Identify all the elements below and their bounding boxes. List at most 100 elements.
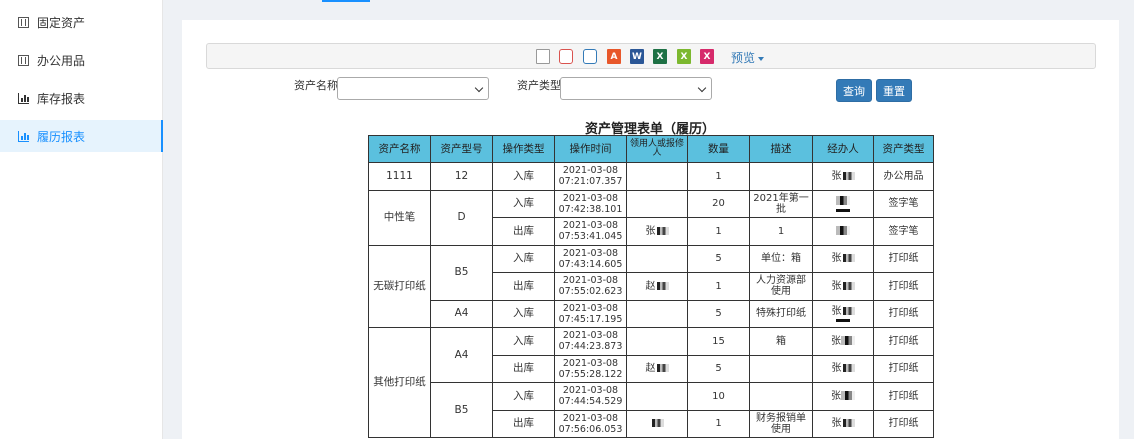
sidebar: 固定资产 办公用品 库存报表 履历报表	[0, 0, 163, 439]
asset-type-cell: 打印纸	[873, 354, 934, 383]
handler-cell: 张	[812, 299, 874, 328]
column-header: 领用人或报修人	[626, 135, 688, 163]
word-icon[interactable]: W	[630, 49, 644, 64]
handler-name: 张	[831, 418, 842, 430]
time-cell: 2021-03-08 07:55:02.623	[554, 272, 627, 301]
recipient-cell	[626, 409, 688, 438]
redacted-mark	[651, 419, 664, 428]
asset-model-cell: A4	[430, 327, 493, 383]
asset-type-cell: 打印纸	[873, 299, 934, 328]
query-button[interactable]: 查询	[836, 79, 872, 102]
recipient-name: 赵	[645, 363, 656, 375]
table-row: 中性笔 D 入库 2021-03-08 07:42:38.101 20 2021…	[368, 189, 934, 246]
operation-cell: 入库	[492, 327, 555, 356]
description-cell: 箱	[749, 327, 813, 356]
asset-name-cell: 其他打印纸	[368, 327, 431, 438]
sidebar-item-fixed-assets[interactable]: 固定资产	[0, 6, 163, 38]
quantity-cell: 1	[687, 217, 750, 246]
print-icon[interactable]	[583, 49, 597, 64]
table-row: 其他打印纸 A4 入库 2021-03-08 07:44:23.873 15 箱…	[368, 327, 934, 438]
redacted-mark	[841, 336, 855, 346]
recipient-cell: 张	[626, 217, 688, 246]
print-icon[interactable]	[559, 49, 573, 64]
quantity-cell: 1	[687, 272, 750, 301]
handler-name: 张	[831, 305, 842, 317]
quantity-cell: 1	[687, 162, 750, 191]
handler-name: 张	[831, 253, 842, 265]
recipient-cell	[626, 189, 688, 218]
description-cell: 人力资源部使用	[749, 272, 813, 301]
time-cell: 2021-03-08 07:56:06.053	[554, 409, 627, 438]
recipient-name: 赵	[645, 280, 656, 292]
excel-icon[interactable]: X	[677, 49, 691, 64]
description-cell: 1	[749, 217, 813, 246]
excel-icon[interactable]: X	[653, 49, 667, 64]
sidebar-item-history-report[interactable]: 履历报表	[0, 120, 163, 152]
asset-name-cell: 1111	[368, 162, 431, 191]
sidebar-item-inventory-report[interactable]: 库存报表	[0, 82, 163, 114]
asset-name-select[interactable]	[337, 77, 489, 100]
time-cell: 2021-03-08 07:21:07.357	[554, 162, 627, 191]
quantity-cell: 5	[687, 354, 750, 383]
print-preview-icon[interactable]	[536, 49, 550, 64]
sidebar-item-label: 库存报表	[37, 91, 86, 106]
asset-model-cell: 12	[430, 162, 493, 191]
handler-cell	[812, 189, 874, 218]
table-header-row: 资产名称 资产型号 操作类型 操作时间 领用人或报修人 数量 描述 经办人 资产…	[368, 135, 934, 163]
column-header: 经办人	[812, 135, 874, 163]
asset-type-cell: 打印纸	[873, 272, 934, 301]
operation-cell: 出库	[492, 272, 555, 301]
operation-cell: 出库	[492, 409, 555, 438]
handler-cell: 张	[812, 382, 874, 411]
quantity-cell: 20	[687, 189, 750, 218]
preview-label: 预览	[731, 51, 756, 65]
description-cell: 2021年第一批	[749, 189, 813, 218]
asset-type-label: 资产类型	[517, 79, 561, 92]
redacted-mark	[836, 226, 850, 236]
handler-name: 张	[831, 363, 842, 375]
asset-type-cell: 打印纸	[873, 327, 934, 356]
preview-dropdown[interactable]: 预览	[731, 49, 765, 66]
recipient-cell	[626, 382, 688, 411]
quantity-cell: 5	[687, 244, 750, 273]
quantity-cell: 10	[687, 382, 750, 411]
report-toolbar: A W X X X 预览	[206, 43, 1096, 69]
table-row: 无碳打印纸 B5 入库 2021-03-08 07:43:14.605 5 单位…	[368, 244, 934, 328]
redacted-mark	[656, 281, 669, 290]
sidebar-item-office-supplies[interactable]: 办公用品	[0, 44, 163, 76]
asset-model-cell: B5	[430, 244, 493, 301]
asset-model-cell: D	[430, 189, 493, 246]
operation-cell: 出库	[492, 354, 555, 383]
asset-icon	[18, 16, 29, 28]
asset-type-cell: 打印纸	[873, 409, 934, 438]
handler-name: 张	[831, 335, 841, 347]
redacted-mark	[656, 226, 669, 235]
recipient-cell: 赵	[626, 272, 688, 301]
asset-type-cell: 打印纸	[873, 244, 934, 273]
quantity-cell: 15	[687, 327, 750, 356]
asset-model-cell: B5	[430, 382, 493, 438]
time-cell: 2021-03-08 07:53:41.045	[554, 217, 627, 246]
reset-button[interactable]: 重置	[876, 79, 912, 102]
time-cell: 2021-03-08 07:44:23.873	[554, 327, 627, 356]
recipient-cell	[626, 162, 688, 191]
bar-chart-icon	[18, 130, 29, 142]
handler-cell: 张	[812, 409, 874, 438]
supplies-icon	[18, 54, 29, 66]
report-panel: A W X X X 预览 资产名称 资产类型 查询 重置 资产管理表单（履历） …	[182, 20, 1119, 439]
active-tab-indicator	[322, 0, 370, 2]
asset-name-label: 资产名称	[294, 79, 338, 92]
handler-cell: 张	[812, 244, 874, 273]
time-cell: 2021-03-08 07:42:38.101	[554, 189, 627, 218]
pdf-icon[interactable]: A	[607, 49, 621, 64]
sidebar-item-label: 固定资产	[37, 15, 86, 30]
column-header: 操作类型	[492, 135, 555, 163]
asset-type-cell: 签字笔	[873, 217, 934, 246]
excel-icon[interactable]: X	[700, 49, 714, 64]
asset-type-select[interactable]	[560, 77, 712, 100]
redacted-mark	[842, 281, 855, 290]
sidebar-item-label: 履历报表	[37, 129, 86, 144]
redacted-mark	[841, 391, 855, 401]
asset-type-cell: 签字笔	[873, 189, 934, 218]
chevron-down-icon	[697, 83, 707, 93]
